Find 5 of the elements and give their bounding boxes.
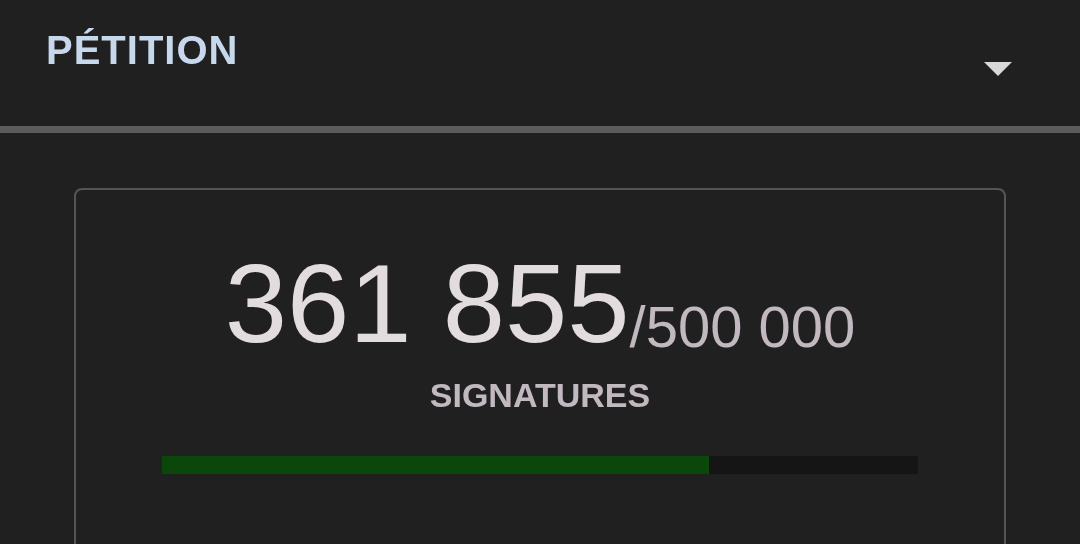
caret-icon[interactable] (984, 62, 1012, 78)
signatures-label: SIGNATURES (429, 378, 651, 412)
signature-count: 361 855 (224, 248, 630, 360)
signature-goal: /500 000 (629, 298, 856, 356)
section-title: PÉTITION (46, 30, 239, 70)
